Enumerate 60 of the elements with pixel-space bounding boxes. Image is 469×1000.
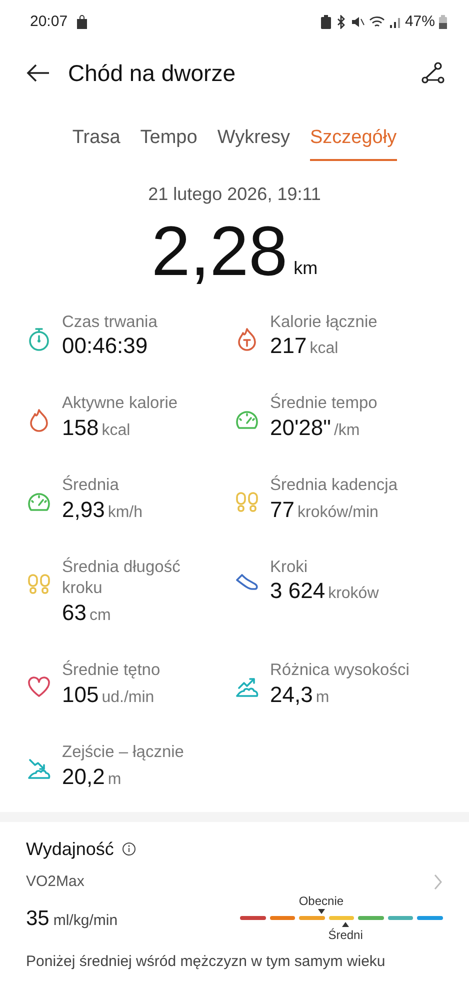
metric-label: Średnie tętno bbox=[62, 660, 160, 682]
metric-value: 3 624 bbox=[270, 578, 326, 605]
distance-value: 2,28 bbox=[151, 216, 288, 286]
metric-value: 20,2 bbox=[62, 764, 105, 790]
signal-icon bbox=[388, 15, 401, 29]
metric-unit: cm bbox=[89, 606, 111, 626]
status-time: 20:07 bbox=[30, 12, 68, 32]
distance-unit: km bbox=[294, 256, 318, 280]
battery-icon bbox=[439, 15, 447, 29]
metric-name: VO2Max bbox=[26, 872, 84, 892]
metric-label: Zejście – łącznie bbox=[62, 742, 184, 764]
metric-label: Czas trwania bbox=[62, 312, 158, 332]
chevron-right-icon bbox=[433, 873, 443, 892]
mute-icon bbox=[350, 15, 365, 29]
marker-label: Średni bbox=[328, 929, 363, 942]
section-title: Wydajność bbox=[26, 838, 114, 861]
route-icon bbox=[421, 60, 445, 85]
metric-unit: km/h bbox=[108, 502, 142, 522]
metric-unit: ud./min bbox=[102, 688, 154, 707]
metric-value: 105 bbox=[62, 682, 99, 708]
metric-value: 24,3 bbox=[270, 682, 313, 708]
metric-value: 77 bbox=[270, 496, 294, 523]
workout-date: 21 lutego 2026, 19:11 bbox=[147, 182, 322, 206]
metric-unit: kcal bbox=[102, 420, 130, 440]
metric-unit: kcal bbox=[310, 338, 338, 358]
metric-label: Średnia długość kroku bbox=[62, 556, 182, 600]
metric-unit: m bbox=[316, 688, 330, 707]
metric-label: Aktywne kalorie bbox=[62, 393, 178, 414]
tab[interactable]: Trasa bbox=[72, 124, 120, 160]
back-arrow-icon bbox=[26, 62, 50, 83]
route-button[interactable] bbox=[421, 60, 445, 86]
battery-level: 47% bbox=[404, 12, 435, 32]
metric-value: 20'28" bbox=[270, 414, 331, 442]
info-icon bbox=[122, 842, 136, 856]
shopping-bag-icon bbox=[76, 15, 88, 29]
metric-label: Średnia kadencja bbox=[270, 475, 398, 496]
metric-label: Różnica wysokości bbox=[270, 660, 410, 682]
bluetooth-icon bbox=[334, 15, 347, 29]
metric-unit: m bbox=[108, 770, 122, 789]
metric-label: Kalorie łącznie bbox=[270, 312, 378, 332]
tab[interactable]: Tempo bbox=[140, 124, 198, 160]
metric-value: 63 bbox=[62, 600, 86, 626]
vo2-value: 35 bbox=[26, 906, 50, 932]
page-title: Chód na dworze bbox=[68, 58, 236, 88]
vo2-unit: ml/kg/min bbox=[53, 910, 118, 931]
tab[interactable]: Wykresy bbox=[217, 124, 290, 160]
metric-unit: kroków/min bbox=[297, 502, 378, 522]
metric-unit: /km bbox=[334, 420, 360, 440]
metric-label: Średnia bbox=[62, 475, 120, 496]
metric-value: 00:46:39 bbox=[62, 332, 148, 360]
battery-saver-icon bbox=[320, 15, 331, 29]
metric-label: Średnie tempo bbox=[270, 393, 378, 414]
metric-value: 217 bbox=[270, 332, 307, 360]
metric-unit: kroków bbox=[328, 584, 379, 604]
metric-value: 2,93 bbox=[62, 496, 105, 523]
vo2-summary: Poniżej średniej wśród mężczyzn w tym samym wieku bbox=[26, 952, 386, 972]
wifi-icon bbox=[368, 15, 385, 29]
metric-value: 158 bbox=[62, 414, 99, 442]
marker-label: Obecnie bbox=[298, 895, 344, 908]
metric-label: Kroki bbox=[270, 556, 309, 578]
